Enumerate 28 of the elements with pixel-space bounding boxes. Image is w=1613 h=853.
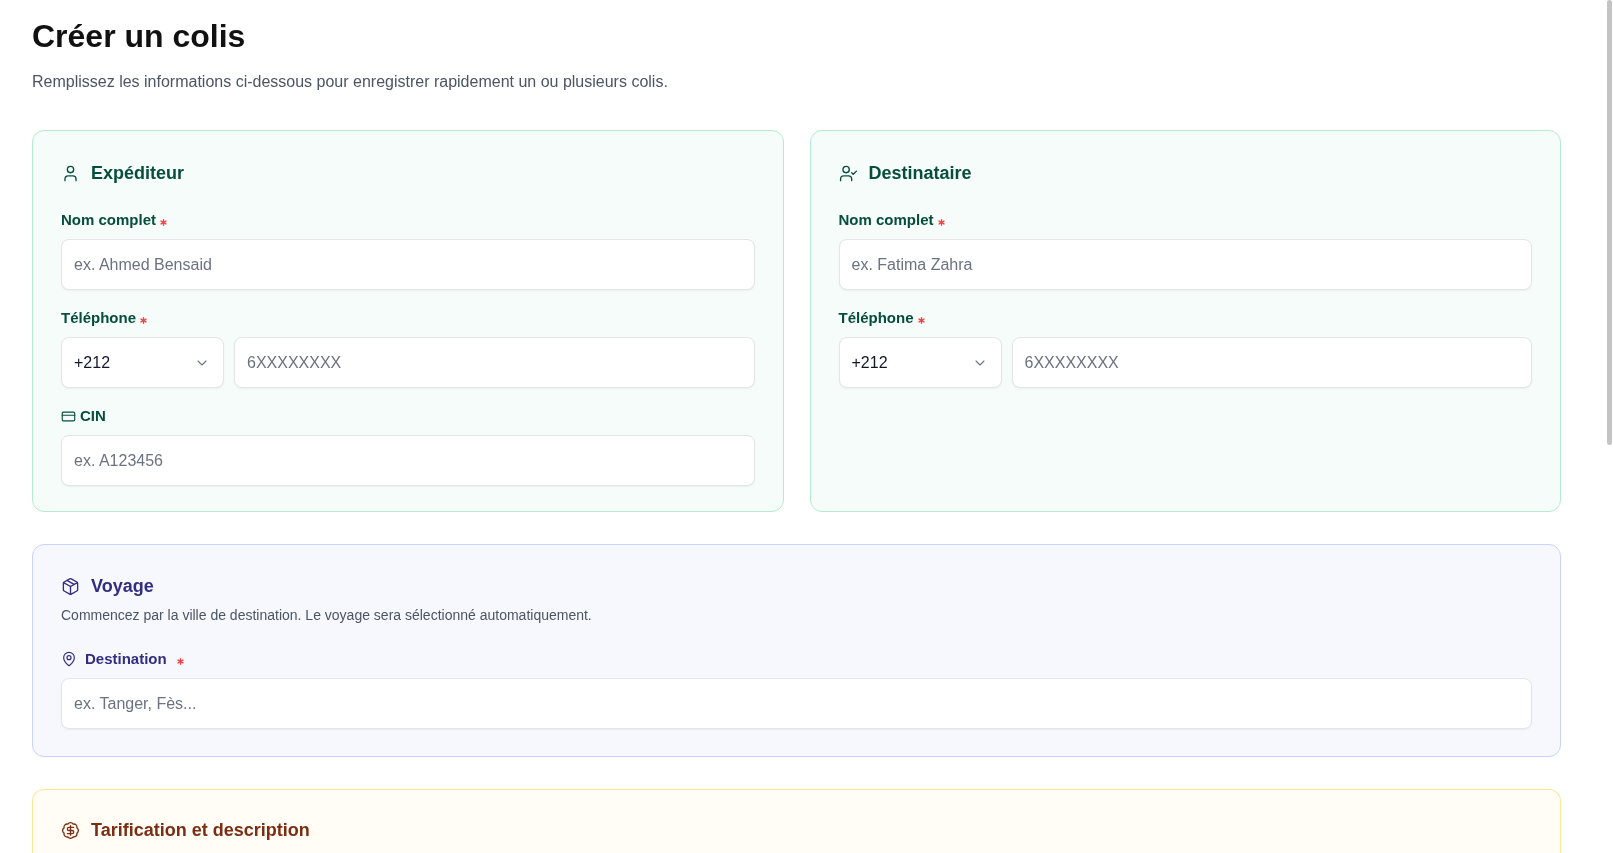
person-check-icon — [838, 163, 858, 183]
dollar-badge-icon — [61, 820, 80, 840]
page-title: Créer un colis — [32, 17, 246, 56]
section-description: Commencez par la ville de destination. Le voyage sera sélectionné automatiquement. — [61, 606, 593, 625]
text-input[interactable]: ex. Ahmed Bensaid — [61, 239, 755, 290]
field-label: Destination — [85, 649, 167, 669]
page-subtitle: Remplissez les informations ci-dessous pour enregistrer rapidement un ou plusieurs colis. — [32, 72, 668, 92]
country-code-select[interactable]: +212 — [61, 337, 224, 388]
map-pin-icon — [61, 651, 77, 667]
phone-input[interactable]: 6XXXXXXXX — [234, 337, 755, 388]
person-icon — [61, 163, 80, 183]
text-input[interactable]: ex. Fatima Zahra — [838, 239, 1532, 290]
field-label: CIN — [80, 406, 106, 426]
box-icon — [61, 576, 80, 596]
phone-input[interactable]: 6XXXXXXXX — [1011, 337, 1532, 388]
section-title: Voyage — [91, 575, 154, 598]
scrollbar-thumb[interactable] — [1606, 0, 1612, 445]
field-label: Téléphone — [838, 308, 914, 328]
section-title: Expéditeur — [91, 162, 185, 185]
field-label: Téléphone — [61, 308, 136, 328]
field-label: Nom complet — [838, 210, 934, 230]
section-title: Destinataire — [868, 162, 972, 185]
text-input[interactable]: ex. A123456 — [61, 435, 755, 486]
card-icon — [61, 408, 76, 424]
text-input[interactable]: ex. Tanger, Fès... — [61, 678, 1532, 729]
field-label: Nom complet — [61, 210, 156, 230]
section-title: Tarification et description — [91, 819, 310, 842]
country-code-select[interactable]: +212 — [838, 337, 1002, 388]
